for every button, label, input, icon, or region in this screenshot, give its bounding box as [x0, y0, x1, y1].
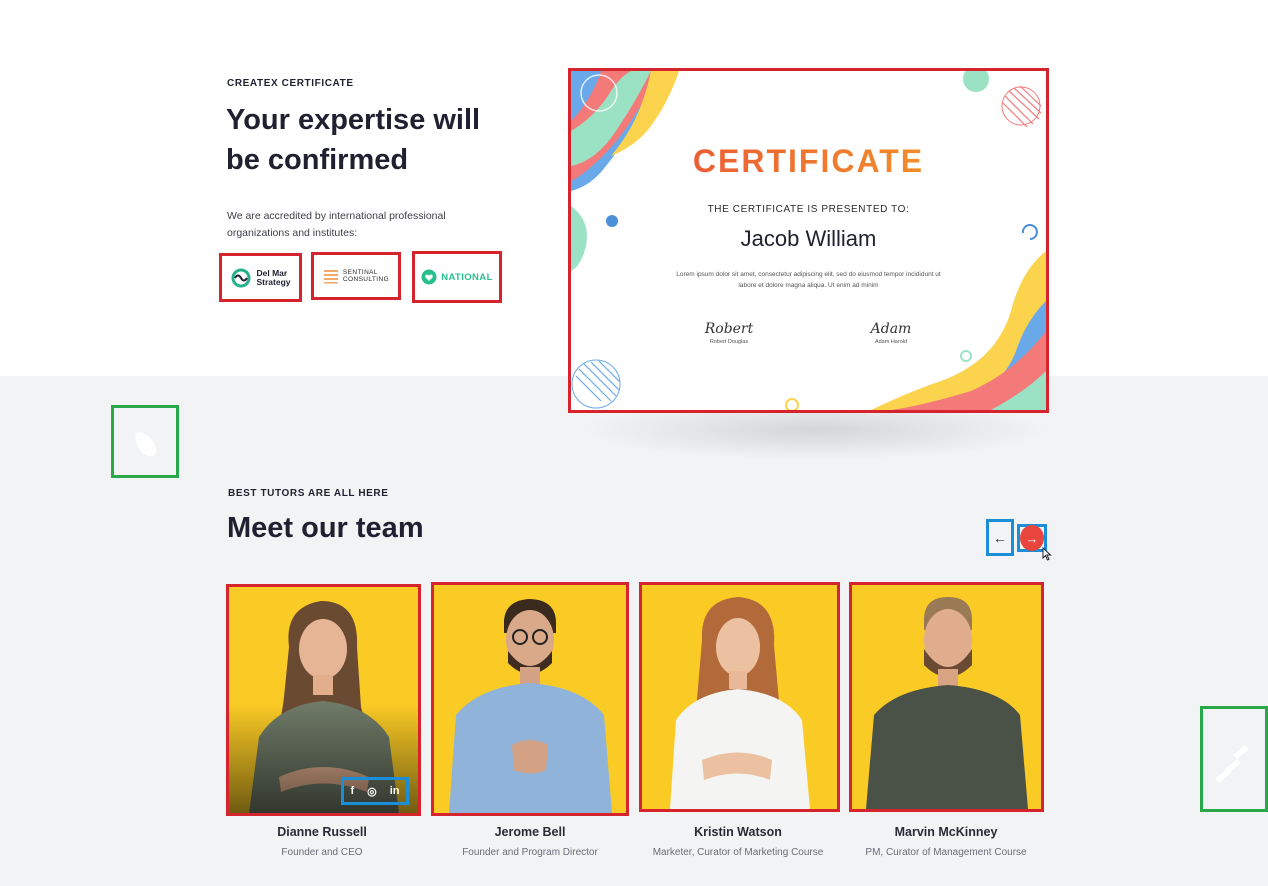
- certificate-title: Your expertise will be confirmed: [226, 104, 481, 176]
- portrait-marvin-mckinney: [866, 597, 1028, 809]
- chevrons-icon: [1215, 745, 1249, 783]
- arrow-left-icon: ←: [993, 529, 1007, 546]
- certificate-image[interactable]: CERTIFICATE THE CERTIFICATE IS PRESENTED…: [568, 68, 1049, 413]
- sentinal-logo-icon: [323, 270, 338, 284]
- decorative-shape-left: [111, 405, 179, 478]
- member-role: PM, Curator of Management Course: [865, 847, 1027, 858]
- member-name: Dianne Russell: [277, 825, 367, 839]
- accreditation-text: We are accredited by international profe…: [227, 210, 446, 239]
- signature-left: Robert Robert Douglas: [704, 321, 754, 345]
- mouse-cursor-icon: [1042, 547, 1052, 561]
- linkedin-icon[interactable]: in: [390, 785, 400, 797]
- instagram-icon[interactable]: ◎: [367, 785, 377, 798]
- certificate-eyebrow: CREATEX CERTIFICATE: [227, 78, 354, 89]
- team-card-dianne-russell[interactable]: f ◎ in: [226, 584, 421, 816]
- team-card-marvin-mckinney[interactable]: [849, 582, 1044, 812]
- blob-icon: [135, 432, 157, 457]
- portrait-kristin-watson: [670, 597, 810, 809]
- decorative-shape-right: [1200, 706, 1268, 812]
- team-card-kristin-watson[interactable]: [639, 582, 840, 812]
- certificate-heading: CERTIFICATE: [571, 143, 1046, 180]
- signature-right: Adam Adam Harold: [870, 321, 912, 345]
- portrait-jerome-bell: [449, 599, 612, 813]
- member-name: Kristin Watson: [694, 825, 782, 839]
- delmar-logo-icon: [231, 268, 251, 287]
- carousel-prev-button[interactable]: ←: [986, 519, 1014, 556]
- facebook-icon[interactable]: f: [350, 785, 354, 797]
- member-role: Marketer, Curator of Marketing Course: [652, 847, 824, 858]
- team-card-jerome-bell[interactable]: [431, 582, 629, 816]
- partner-logo-delmar[interactable]: Del Mar Strategy: [219, 253, 302, 302]
- partner-logo-national[interactable]: NATIONAL: [412, 251, 502, 303]
- member-name: Marvin McKinney: [894, 825, 998, 839]
- member-name: Jerome Bell: [494, 825, 566, 839]
- certificate-body-text: Lorem ipsum dolor sit amet, consectetur …: [676, 271, 941, 289]
- partner-logo-sentinal[interactable]: SENTINAL CONSULTING: [311, 252, 401, 300]
- national-logo-icon: [421, 269, 437, 285]
- arrow-right-icon: →: [1025, 530, 1039, 546]
- team-eyebrow: BEST TUTORS ARE ALL HERE: [228, 488, 389, 499]
- social-links[interactable]: f ◎ in: [341, 777, 409, 805]
- member-role: Founder and CEO: [281, 847, 363, 858]
- member-role: Founder and Program Director: [462, 847, 598, 858]
- team-title: Meet our team: [227, 512, 424, 544]
- certificate-recipient: Jacob William: [740, 226, 877, 251]
- certificate-presented-to: THE CERTIFICATE IS PRESENTED TO:: [707, 204, 910, 215]
